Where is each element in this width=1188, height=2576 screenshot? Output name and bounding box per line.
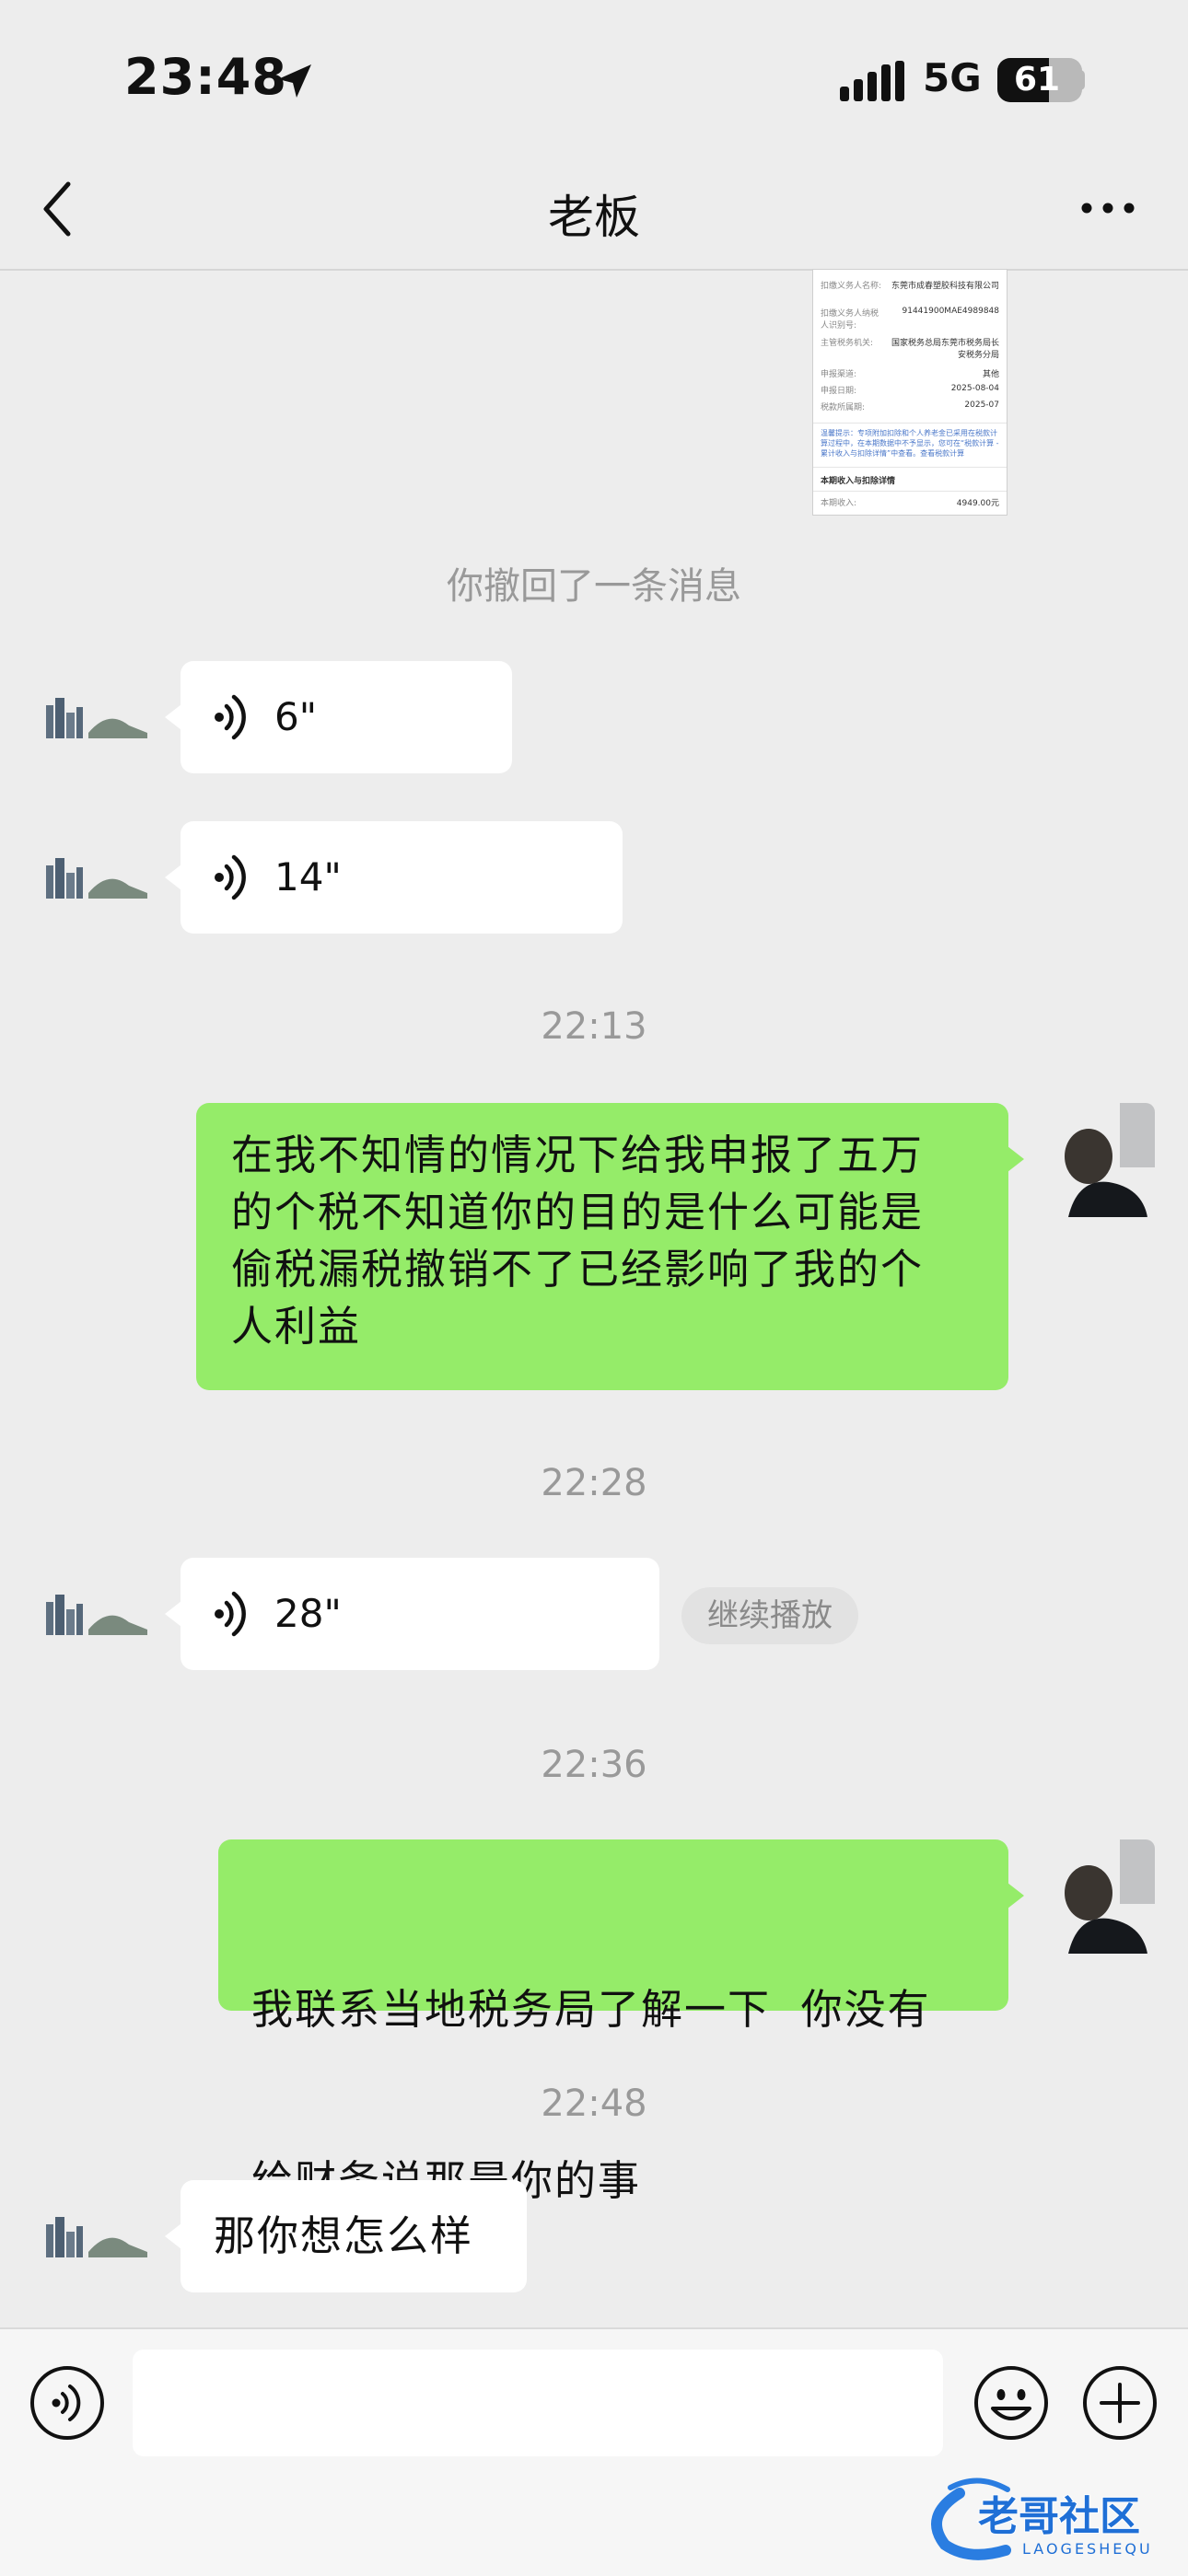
- battery-indicator: 61: [997, 58, 1082, 102]
- timestamp: 22:36: [541, 1744, 647, 1786]
- doc-row-label: 申报渠道:: [821, 370, 857, 379]
- status-time: 23:48: [124, 48, 287, 106]
- bubble-tail: [1007, 1146, 1024, 1172]
- timestamp: 22:48: [541, 2083, 647, 2125]
- message-input[interactable]: [133, 2350, 943, 2456]
- received-text-message[interactable]: 那你想怎么样: [165, 2180, 527, 2292]
- voice-duration: 14": [274, 854, 342, 899]
- location-arrow-icon: [278, 64, 311, 98]
- divider: [813, 491, 1007, 492]
- doc-section-title: 本期收入与扣除详情: [821, 477, 896, 486]
- voice-duration: 6": [274, 694, 318, 739]
- city-skyline-avatar-image: [33, 2180, 147, 2294]
- doc-row-value: 国家税务总局东莞市税务局长安税务分局: [891, 339, 999, 360]
- voice-message[interactable]: 28": [165, 1558, 659, 1670]
- doc-row-value: 其他: [982, 370, 999, 379]
- person-photo-avatar-image: [1041, 1839, 1155, 1954]
- watermark-text: 老哥社区: [978, 2493, 1140, 2540]
- cellular-signal-icon: [840, 61, 904, 101]
- network-type: 5G: [923, 55, 982, 100]
- continue-playback-button[interactable]: 继续播放: [681, 1587, 858, 1644]
- bubble-tail: [1007, 1883, 1024, 1909]
- message-text: 那你想怎么样: [214, 2211, 474, 2260]
- chat-title: 老板: [548, 191, 640, 244]
- timestamp: 22:28: [541, 1462, 647, 1504]
- contact-avatar[interactable]: [33, 1558, 147, 1672]
- voice-wave-icon: [215, 694, 246, 740]
- bubble-tail: [165, 2223, 181, 2249]
- emoji-icon[interactable]: [973, 2364, 1050, 2442]
- doc-row-value: 2025-07: [964, 400, 999, 410]
- more-options-icon[interactable]: [1079, 197, 1136, 219]
- doc-row: 申报渠道: 其他: [821, 367, 999, 379]
- message-line: 我联系当地税务局了解一下 你没有: [251, 1985, 931, 2034]
- doc-row: 扣缴义务人纳税人识别号: 91441900MAE4989848: [821, 307, 999, 331]
- message-text: 在我不知情的情况下给我申报了五万 的个税不知道你的目的是什么可能是 偷税漏税撤销…: [231, 1127, 924, 1355]
- voice-message[interactable]: 6": [165, 661, 512, 773]
- watermark-logo: 老哥社区 LAOGESHEQU: [931, 2477, 1153, 2560]
- voice-input-toggle-icon[interactable]: [29, 2364, 106, 2442]
- contact-avatar[interactable]: [33, 821, 147, 935]
- city-skyline-avatar-image: [33, 661, 147, 775]
- message-line: 偷税漏税撤销不了已经影响了我的个: [231, 1245, 925, 1294]
- plus-more-icon[interactable]: [1081, 2364, 1159, 2442]
- doc-row-label: 扣缴义务人纳税人识别号:: [821, 309, 879, 331]
- recall-notice: 你撤回了一条消息: [447, 565, 741, 608]
- bubble-tail: [165, 704, 181, 730]
- battery-percent: 61: [1013, 61, 1061, 99]
- city-skyline-avatar-image: [33, 1558, 147, 1672]
- person-photo-avatar-image: [1041, 1103, 1155, 1217]
- contact-avatar[interactable]: [33, 661, 147, 775]
- sent-text-message[interactable]: 我联系当地税务局了解一下 你没有 给财务说那是你的事: [218, 1839, 1024, 2205]
- doc-row: 本期收入: 4949.00元: [821, 496, 999, 508]
- voice-message[interactable]: 14": [165, 821, 623, 934]
- divider: [813, 423, 1007, 424]
- doc-row-value: 2025-08-04: [950, 384, 999, 393]
- doc-notice: 温馨提示：专项附加扣除和个人养老金已采用在税款计算过程中，在本期数据中不予显示，…: [821, 429, 999, 458]
- city-skyline-avatar-image: [33, 821, 147, 935]
- voice-wave-icon: [215, 1591, 246, 1637]
- message-line: 的个税不知道你的目的是什么可能是: [231, 1188, 925, 1236]
- doc-row: 主管税务机关: 国家税务总局东莞市税务局长安税务分局: [821, 336, 999, 360]
- doc-row: 税款所属期: 2025-07: [821, 400, 999, 412]
- doc-row: 申报日期: 2025-08-04: [821, 384, 999, 396]
- divider: [813, 467, 1007, 468]
- battery-tip: [1076, 70, 1085, 90]
- bubble-tail: [165, 1601, 181, 1627]
- tax-document-image-message[interactable]: 扣缴义务人名称: 东莞市成春塑胶科技有限公司 扣缴义务人纳税人识别号: 9144…: [812, 269, 1007, 516]
- timestamp: 22:13: [541, 1005, 647, 1048]
- doc-row-label: 扣缴义务人名称:: [821, 282, 882, 291]
- message-line: 在我不知情的情况下给我申报了五万: [231, 1131, 925, 1179]
- voice-wave-icon: [215, 854, 246, 900]
- my-avatar[interactable]: [1041, 1103, 1155, 1217]
- doc-income-value: 4949.00元: [956, 499, 999, 508]
- doc-row-label: 税款所属期:: [821, 403, 866, 412]
- bubble-tail: [165, 864, 181, 890]
- doc-row-value: 东莞市成春塑胶科技有限公司: [891, 282, 999, 291]
- sent-text-message[interactable]: 在我不知情的情况下给我申报了五万 的个税不知道你的目的是什么可能是 偷税漏税撤销…: [196, 1103, 1024, 1390]
- message-line: 人利益: [231, 1302, 362, 1351]
- contact-avatar[interactable]: [33, 2180, 147, 2294]
- voice-duration: 28": [274, 1591, 342, 1636]
- doc-row-value: 91441900MAE4989848: [902, 307, 1000, 316]
- doc-row-label: 主管税务机关:: [821, 339, 874, 348]
- watermark-subtext: LAOGESHEQU: [1022, 2540, 1153, 2558]
- doc-row: 扣缴义务人名称: 东莞市成春塑胶科技有限公司: [821, 279, 999, 291]
- doc-income-label: 本期收入:: [821, 499, 857, 508]
- doc-row-label: 申报日期:: [821, 387, 857, 396]
- my-avatar[interactable]: [1041, 1839, 1155, 1954]
